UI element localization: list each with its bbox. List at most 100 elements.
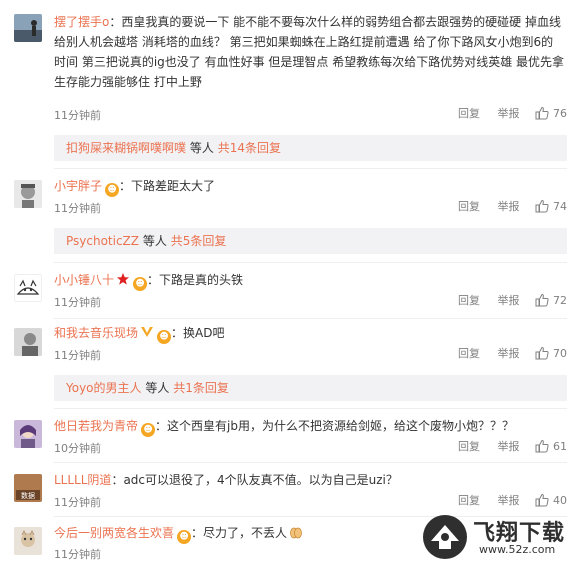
comment-list: 摆了摆手o：西皇我真的要说一下 能不能不要每次什么样的弱势组合都去跟强势的硬碰硬…	[0, 0, 579, 567]
avatar[interactable]	[14, 527, 42, 555]
like-button[interactable]: 61	[535, 439, 567, 453]
like-count: 76	[553, 107, 567, 120]
comment-actions: 回复 举报 72	[444, 292, 567, 308]
username-link[interactable]: LLLLL阴道	[54, 473, 111, 487]
comment-actions: 回复 举报 70	[444, 345, 567, 361]
report-button[interactable]: 举报	[498, 492, 520, 508]
reply-middle-text: 等人	[142, 234, 167, 248]
reply-button[interactable]: 回复	[458, 292, 480, 308]
svg-text:数据: 数据	[21, 491, 35, 500]
comment-actions: 回复 举报 74	[444, 198, 567, 214]
verified-badge-icon: ☻	[177, 530, 192, 544]
reply-summary[interactable]: Yoyo的男主人 等人 共1条回复	[54, 375, 567, 401]
reply-count-link[interactable]: 共14条回复	[218, 141, 281, 155]
divider	[54, 318, 567, 319]
report-button[interactable]: 举报	[498, 105, 520, 121]
comment-actions: 回复 举报 76	[444, 105, 567, 121]
like-count: 61	[553, 440, 567, 453]
reply-summary[interactable]: PsychoticZZ 等人 共5条回复	[54, 228, 567, 254]
comment-time: 11分钟前	[54, 349, 101, 362]
avatar[interactable]	[14, 420, 42, 448]
site-watermark: 飞翔下载 www.52z.com	[421, 513, 571, 563]
comment-time: 11分钟前	[54, 109, 101, 122]
reply-user-link[interactable]: PsychoticZZ	[66, 234, 139, 248]
verified-badge-icon: ☻	[157, 330, 172, 344]
comment-text: ：下路是真的头铁	[147, 273, 244, 287]
comment-body: 摆了摆手o：西皇我真的要说一下 能不能不要每次什么样的弱势组合都去跟强势的硬碰硬…	[54, 12, 565, 92]
reply-count-link[interactable]: 共5条回复	[171, 234, 227, 248]
comment-body: 小宇胖子 ☻ ：下路差距太大了	[54, 176, 565, 197]
comment-text: ：尽力了，不丢人	[191, 526, 288, 540]
comment-body: 小小锤八十 ☻ ：下路是真的头铁	[54, 270, 565, 291]
comment-body: 和我去音乐现场 ☻ ：换AD吧	[54, 323, 565, 344]
username-link[interactable]: 和我去音乐现场	[54, 326, 138, 340]
like-button[interactable]: 40	[535, 493, 567, 507]
reply-button[interactable]: 回复	[458, 492, 480, 508]
comment-text: ：adc可以退役了，4个队友真不值。以为自己是uzi？	[111, 473, 398, 487]
divider	[54, 262, 567, 263]
clap-emoji-icon	[289, 525, 303, 539]
username-link[interactable]: 今后一别两宽各生欢喜	[54, 526, 174, 540]
report-button[interactable]: 举报	[498, 345, 520, 361]
thumbs-up-icon	[535, 493, 549, 507]
comment-actions: 回复 举报 61	[444, 438, 567, 454]
like-count: 40	[553, 494, 567, 507]
divider	[54, 168, 567, 169]
site-logo-icon	[423, 515, 467, 559]
avatar[interactable]: 数据	[14, 474, 42, 502]
comment-actions: 回复 举报 40	[444, 492, 567, 508]
thumbs-up-icon	[535, 346, 549, 360]
reply-user-link[interactable]: 扣狗屎来糊锅啊噗啊噗	[66, 141, 186, 155]
thumbs-up-icon	[535, 106, 549, 120]
avatar[interactable]	[14, 14, 42, 42]
like-count: 74	[553, 200, 567, 213]
avatar[interactable]	[14, 328, 42, 356]
thumbs-up-icon	[535, 199, 549, 213]
reply-button[interactable]: 回复	[458, 438, 480, 454]
thumbs-up-icon	[535, 293, 549, 307]
comment-time: 10分钟前	[54, 442, 101, 455]
like-button[interactable]: 76	[535, 106, 567, 120]
comment-body: 他日若我为青帝 ☻ ：这个西皇有jb用，为什么不把资源给剑姬，给这个废物小炮？？？	[54, 416, 565, 437]
reply-button[interactable]: 回复	[458, 198, 480, 214]
comment-body: LLLLL阴道：adc可以退役了，4个队友真不值。以为自己是uzi？	[54, 470, 565, 490]
report-button[interactable]: 举报	[498, 292, 520, 308]
divider	[54, 408, 567, 409]
username-link[interactable]: 小宇胖子	[54, 179, 102, 193]
reply-count-link[interactable]: 共1条回复	[173, 381, 229, 395]
reply-middle-text: 等人	[189, 141, 214, 155]
username-link[interactable]: 摆了摆手o	[54, 15, 109, 29]
username-link[interactable]: 小小锤八十	[54, 273, 114, 287]
reply-button[interactable]: 回复	[458, 345, 480, 361]
divider	[54, 462, 567, 463]
comment-text: ：西皇我真的要说一下 能不能不要每次什么样的弱势组合都去跟强势的硬碰硬 掉血线 …	[54, 15, 565, 89]
verified-badge-icon: ☻	[133, 277, 148, 291]
like-count: 70	[553, 347, 567, 360]
reply-summary[interactable]: 扣狗屎来糊锅啊噗啊噗 等人 共14条回复	[54, 135, 567, 161]
like-button[interactable]: 72	[535, 293, 567, 307]
comment-time: 11分钟前	[54, 496, 101, 509]
comment-time: 11分钟前	[54, 548, 101, 561]
comment-text: ：这个西皇有jb用，为什么不把资源给剑姬，给这个废物小炮？？？	[155, 419, 514, 433]
report-button[interactable]: 举报	[498, 438, 520, 454]
comment-time: 11分钟前	[54, 202, 101, 215]
vip-icon	[140, 325, 154, 339]
avatar[interactable]	[14, 274, 42, 302]
avatar[interactable]	[14, 180, 42, 208]
comment-time: 11分钟前	[54, 296, 101, 309]
reply-user-link[interactable]: Yoyo的男主人	[66, 381, 142, 395]
watermark-url: www.52z.com	[479, 543, 556, 556]
verified-badge-icon: ☻	[105, 183, 120, 197]
reply-middle-text: 等人	[145, 381, 170, 395]
like-button[interactable]: 70	[535, 346, 567, 360]
star-icon	[116, 272, 130, 286]
report-button[interactable]: 举报	[498, 198, 520, 214]
verified-badge-icon: ☻	[141, 423, 156, 437]
like-count: 72	[553, 294, 567, 307]
reply-button[interactable]: 回复	[458, 105, 480, 121]
comment-text: ：下路差距太大了	[119, 179, 216, 193]
username-link[interactable]: 他日若我为青帝	[54, 419, 138, 433]
comment-text: ：换AD吧	[171, 326, 225, 340]
thumbs-up-icon	[535, 439, 549, 453]
like-button[interactable]: 74	[535, 199, 567, 213]
